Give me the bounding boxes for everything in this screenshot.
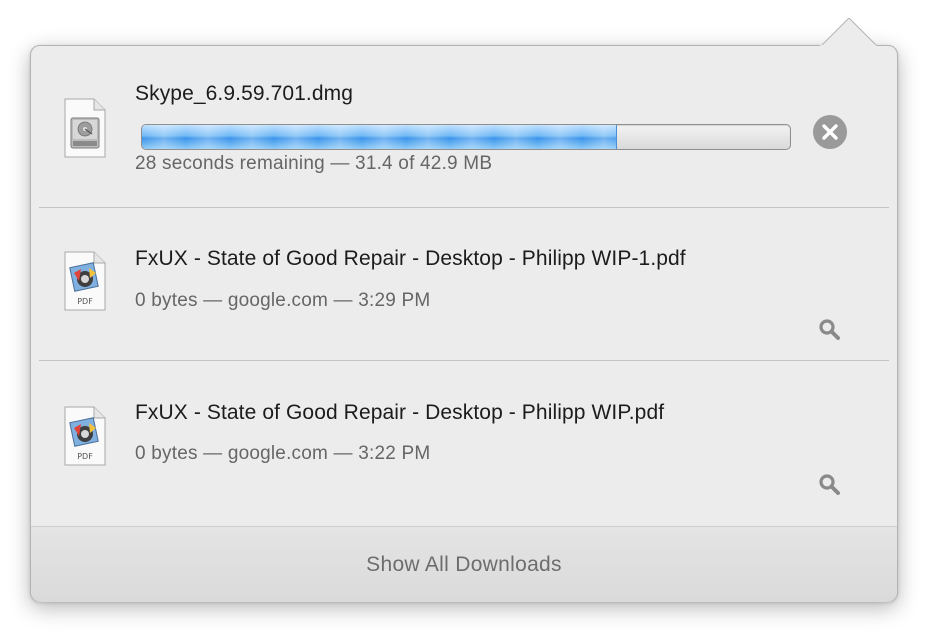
magnifier-icon[interactable]	[815, 471, 845, 501]
disk-image-icon	[64, 98, 106, 158]
popover-arrow	[820, 18, 876, 46]
pdf-icon-label: PDF	[77, 297, 93, 306]
downloads-list: Skype_6.9.59.701.dmg 28 seconds remainin…	[31, 46, 897, 526]
download-item-skype[interactable]: Skype_6.9.59.701.dmg 28 seconds remainin…	[31, 46, 897, 208]
show-all-downloads-button[interactable]: Show All Downloads	[31, 526, 897, 602]
download-filename: Skype_6.9.59.701.dmg	[135, 82, 353, 105]
download-progress-fill	[142, 125, 618, 149]
download-filename: FxUX - State of Good Repair - Desktop - …	[135, 401, 665, 424]
download-progress-bar	[141, 124, 791, 150]
pdf-document-icon: PDF	[64, 406, 106, 466]
download-filename: FxUX - State of Good Repair - Desktop - …	[135, 247, 686, 270]
cancel-icon	[822, 124, 838, 140]
download-item-pdf-2[interactable]: PDF FxUX - State of Good Repair - Deskto…	[31, 361, 897, 519]
popover-arrow-join	[820, 45, 876, 48]
download-status: 0 bytes — google.com — 3:29 PM	[135, 290, 431, 311]
download-status: 0 bytes — google.com — 3:22 PM	[135, 443, 431, 464]
download-item-pdf-1[interactable]: PDF FxUX - State of Good Repair - Deskto…	[31, 208, 897, 361]
pdf-icon-label: PDF	[77, 452, 93, 461]
cancel-download-button[interactable]	[813, 115, 847, 149]
download-status: 28 seconds remaining — 31.4 of 42.9 MB	[135, 153, 493, 174]
magnifier-icon[interactable]	[815, 316, 845, 346]
downloads-panel: Skype_6.9.59.701.dmg 28 seconds remainin…	[30, 45, 898, 602]
show-all-downloads-label: Show All Downloads	[366, 553, 562, 576]
pdf-document-icon: PDF	[64, 251, 106, 311]
